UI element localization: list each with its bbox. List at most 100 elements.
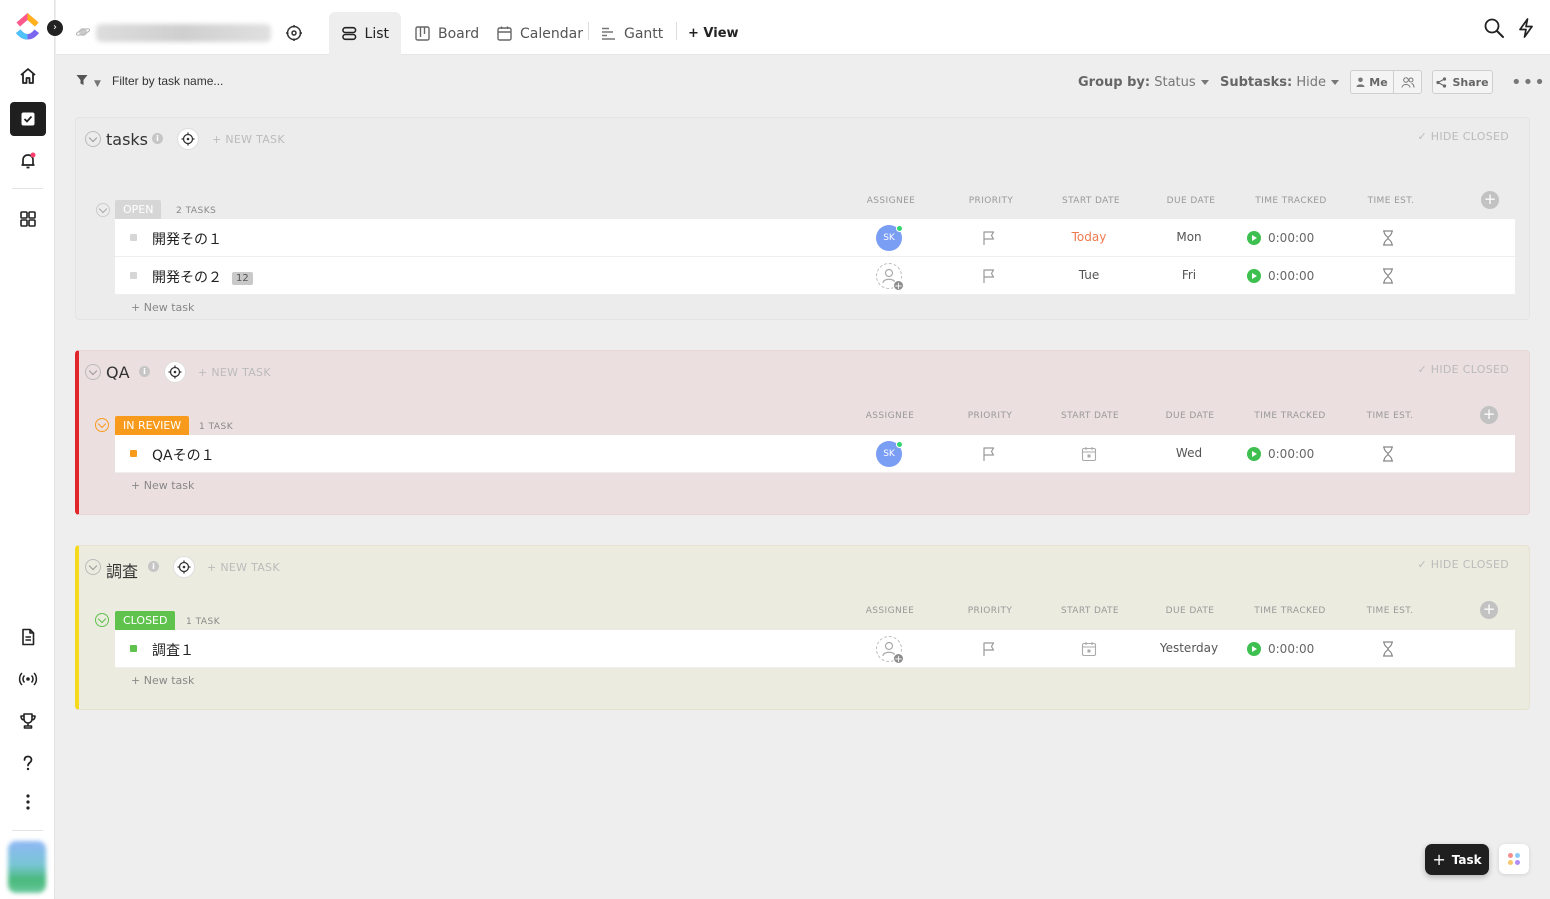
hourglass-icon[interactable] bbox=[1381, 446, 1395, 462]
start-date[interactable]: Today bbox=[1039, 230, 1139, 244]
column-header-priority[interactable]: PRIORITY bbox=[940, 606, 1040, 616]
notifications-button[interactable] bbox=[10, 144, 46, 178]
play-timer-icon[interactable] bbox=[1247, 642, 1261, 656]
task-name[interactable]: 開発その２ 12 bbox=[152, 267, 253, 287]
pulse-button[interactable] bbox=[10, 662, 46, 696]
clickup-logo[interactable] bbox=[12, 12, 42, 42]
dashboards-button[interactable] bbox=[10, 202, 46, 236]
column-header-priority[interactable]: PRIORITY bbox=[941, 196, 1041, 206]
due-date[interactable]: Fri bbox=[1139, 268, 1239, 282]
start-date-calendar-icon[interactable] bbox=[1081, 641, 1097, 657]
collapse-status-icon[interactable] bbox=[95, 418, 109, 432]
column-header-due-date[interactable]: DUE DATE bbox=[1140, 411, 1240, 421]
new-task-button[interactable]: + NEW TASK bbox=[207, 561, 280, 574]
new-task-fab[interactable]: + Task bbox=[1425, 844, 1489, 875]
filter-dropdown-icon[interactable]: ▼ bbox=[94, 79, 101, 89]
docs-button[interactable] bbox=[10, 620, 46, 654]
task-row[interactable]: 開発その２ 12 + Tue Fri 0:00:00 bbox=[115, 257, 1515, 295]
column-header-assignee[interactable]: ASSIGNEE bbox=[840, 411, 940, 421]
column-header-time-est[interactable]: TIME EST. bbox=[1340, 411, 1440, 421]
tab-gantt[interactable]: Gantt bbox=[588, 12, 675, 55]
column-header-time-tracked[interactable]: TIME TRACKED bbox=[1240, 411, 1340, 421]
info-icon[interactable]: i bbox=[152, 133, 163, 144]
column-header-assignee[interactable]: ASSIGNEE bbox=[841, 196, 941, 206]
add-column-icon[interactable]: + bbox=[1480, 406, 1498, 424]
status-dot[interactable] bbox=[130, 450, 137, 457]
assignee-avatar[interactable]: SK bbox=[876, 225, 903, 251]
hide-closed-button[interactable]: ✓ HIDE CLOSED bbox=[1417, 363, 1509, 376]
filter-input[interactable] bbox=[112, 74, 312, 88]
column-header-start-date[interactable]: START DATE bbox=[1040, 606, 1140, 616]
due-date[interactable]: Mon bbox=[1139, 230, 1239, 244]
column-header-time-est[interactable]: TIME EST. bbox=[1341, 196, 1441, 206]
workspace-avatar[interactable] bbox=[8, 841, 46, 893]
new-task-button[interactable]: + NEW TASK bbox=[198, 366, 271, 379]
assignees-button[interactable] bbox=[1394, 71, 1421, 93]
me-button[interactable]: Me bbox=[1351, 71, 1394, 93]
group-settings-icon[interactable] bbox=[177, 128, 199, 150]
status-pill-closed[interactable]: CLOSED bbox=[115, 611, 176, 630]
column-header-start-date[interactable]: START DATE bbox=[1041, 196, 1141, 206]
task-name[interactable]: 開発その１ bbox=[152, 229, 222, 249]
apps-button[interactable] bbox=[1499, 844, 1529, 874]
time-tracked[interactable]: 0:00:00 bbox=[1247, 269, 1314, 283]
time-tracked[interactable]: 0:00:00 bbox=[1247, 231, 1314, 245]
play-timer-icon[interactable] bbox=[1247, 231, 1261, 245]
start-date[interactable]: Tue bbox=[1039, 268, 1139, 282]
task-row[interactable]: 開発その１ SK Today Mon 0:00:00 bbox=[115, 219, 1515, 257]
add-assignee-icon[interactable]: + bbox=[876, 636, 904, 665]
status-dot[interactable] bbox=[130, 645, 137, 652]
status-dot[interactable] bbox=[130, 272, 137, 279]
group-title[interactable]: tasks bbox=[106, 130, 148, 149]
status-dot[interactable] bbox=[130, 234, 137, 241]
info-icon[interactable]: i bbox=[148, 561, 159, 572]
collapse-group-icon[interactable] bbox=[85, 559, 101, 575]
lightning-icon[interactable] bbox=[1515, 17, 1537, 39]
add-column-icon[interactable]: + bbox=[1481, 191, 1499, 209]
tab-board[interactable]: Board bbox=[402, 12, 491, 55]
due-date[interactable]: Wed bbox=[1139, 446, 1239, 460]
play-timer-icon[interactable] bbox=[1247, 447, 1261, 461]
hourglass-icon[interactable] bbox=[1381, 641, 1395, 657]
collapse-status-icon[interactable] bbox=[95, 613, 109, 627]
group-settings-icon[interactable] bbox=[173, 556, 195, 578]
column-header-time-tracked[interactable]: TIME TRACKED bbox=[1240, 606, 1340, 616]
add-task-link[interactable]: + New task bbox=[131, 301, 194, 314]
group-title[interactable]: QA bbox=[106, 363, 130, 382]
priority-flag-icon[interactable] bbox=[981, 268, 997, 284]
hourglass-icon[interactable] bbox=[1381, 268, 1395, 284]
group-by-dropdown[interactable]: Group by: Status bbox=[1078, 75, 1209, 90]
column-header-due-date[interactable]: DUE DATE bbox=[1140, 606, 1240, 616]
column-header-due-date[interactable]: DUE DATE bbox=[1141, 196, 1241, 206]
time-tracked[interactable]: 0:00:00 bbox=[1247, 642, 1314, 656]
time-tracked[interactable]: 0:00:00 bbox=[1247, 447, 1314, 461]
add-assignee-icon[interactable]: + bbox=[876, 263, 904, 292]
column-header-start-date[interactable]: START DATE bbox=[1040, 411, 1140, 421]
group-title[interactable]: 調査 bbox=[106, 558, 138, 582]
subtask-count-badge[interactable]: 12 bbox=[232, 271, 253, 285]
group-settings-icon[interactable] bbox=[164, 361, 186, 383]
play-timer-icon[interactable] bbox=[1247, 269, 1261, 283]
help-button[interactable] bbox=[10, 746, 46, 780]
task-name[interactable]: 調査１ bbox=[152, 640, 194, 660]
sidebar-expand-button[interactable]: › bbox=[47, 20, 63, 36]
collapse-group-icon[interactable] bbox=[85, 131, 101, 147]
due-date[interactable]: Yesterday bbox=[1139, 641, 1239, 655]
task-name[interactable]: QAその１ bbox=[152, 445, 215, 465]
column-header-assignee[interactable]: ASSIGNEE bbox=[840, 606, 940, 616]
my-tasks-button[interactable] bbox=[10, 102, 46, 136]
assignee-avatar[interactable]: SK bbox=[876, 441, 903, 467]
space-settings-icon[interactable] bbox=[285, 24, 303, 42]
info-icon[interactable]: i bbox=[139, 366, 150, 377]
hide-closed-button[interactable]: ✓ HIDE CLOSED bbox=[1417, 130, 1509, 143]
add-column-icon[interactable]: + bbox=[1480, 601, 1498, 619]
column-header-priority[interactable]: PRIORITY bbox=[940, 411, 1040, 421]
hide-closed-button[interactable]: ✓ HIDE CLOSED bbox=[1417, 558, 1509, 571]
status-pill-open[interactable]: OPEN bbox=[115, 200, 162, 219]
collapse-status-icon[interactable] bbox=[96, 203, 110, 217]
start-date-calendar-icon[interactable] bbox=[1081, 446, 1097, 462]
more-menu-button[interactable] bbox=[10, 785, 46, 819]
more-options-icon[interactable]: ••• bbox=[1511, 72, 1546, 93]
share-button[interactable]: Share bbox=[1432, 70, 1493, 94]
priority-flag-icon[interactable] bbox=[981, 230, 997, 246]
